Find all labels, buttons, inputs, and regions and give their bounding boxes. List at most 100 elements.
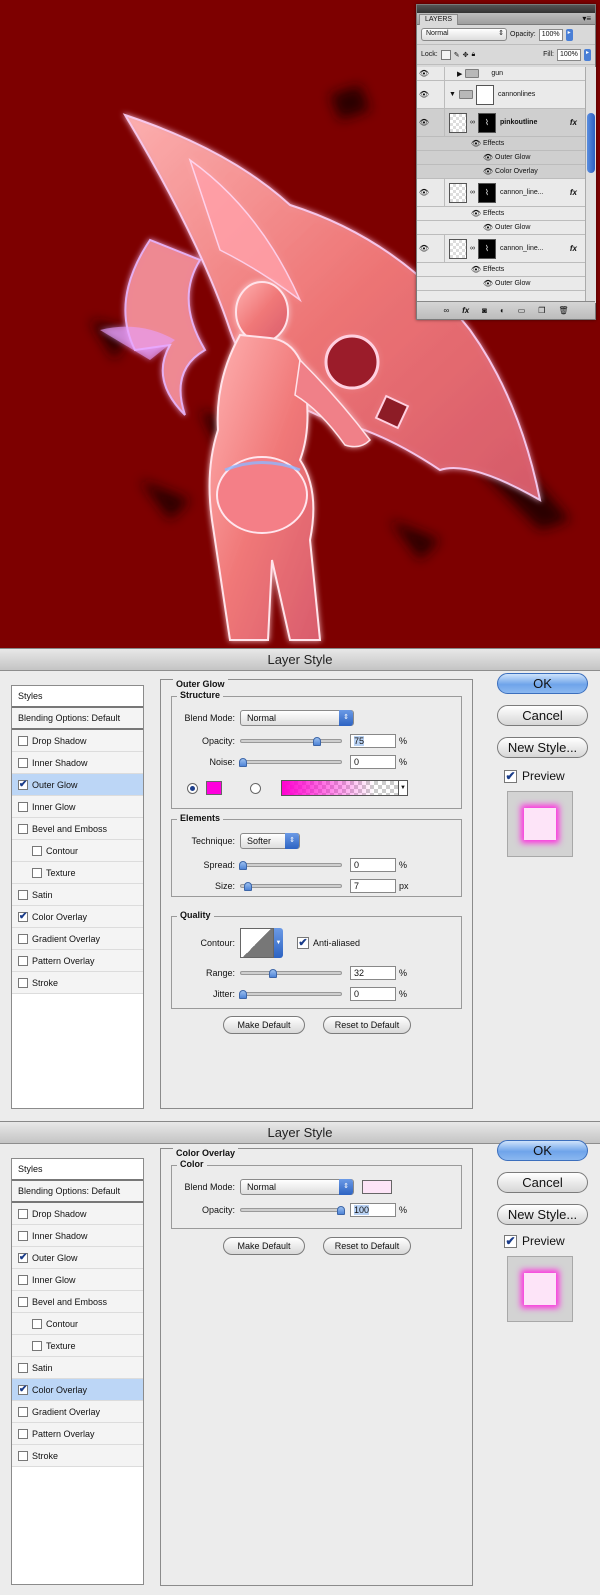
link-layers-icon[interactable]: ∞ [443,306,449,315]
layers-list[interactable]: 👁︎ ▶ gun 👁︎ ▼ cannonlines 👁︎ ∞ ⌇ pinkoutl… [417,67,585,303]
opacity-dropdown-arrow[interactable]: ▸ [565,28,573,41]
checkbox[interactable] [32,867,42,878]
fx-icon[interactable]: fx [570,188,577,197]
effects-row[interactable]: 👁︎ Effects [417,263,585,277]
anti-aliased-checkbox[interactable]: ✔ [297,937,309,949]
style-item-contour[interactable]: Contour [12,1313,143,1335]
visibility-eye-icon[interactable]: 👁︎ [469,209,483,218]
style-item-texture[interactable]: Texture [12,1335,143,1357]
gradient-radio[interactable] [250,782,261,794]
blend-mode-select[interactable]: Normal ⇕ [240,710,354,726]
visibility-eye-icon[interactable]: 👁︎ [469,265,483,274]
opacity-slider[interactable] [240,737,342,746]
slider-knob[interactable] [313,737,321,746]
visibility-eye-icon[interactable]: 👁︎ [481,223,495,232]
preview-checkbox[interactable]: ✔ [504,1234,517,1248]
checkbox[interactable] [18,757,28,768]
checkbox[interactable] [18,1362,28,1373]
spread-input[interactable]: 0 [350,858,396,872]
blend-mode-select[interactable]: Normal ⇕ [240,1179,354,1195]
styles-header[interactable]: Styles [12,686,143,708]
visibility-eye-icon[interactable]: 👁︎ [481,279,495,288]
style-item-color-overlay[interactable]: ✔ Color Overlay [12,1379,143,1401]
style-item-gradient-overlay[interactable]: Gradient Overlay [12,1401,143,1423]
visibility-eye-icon[interactable]: 👁︎ [417,188,431,197]
styles-header[interactable]: Styles [12,1159,143,1181]
ok-button[interactable]: OK [497,1140,588,1161]
checkbox[interactable] [18,1208,28,1219]
range-slider[interactable] [240,969,342,978]
checkbox[interactable] [18,889,28,900]
style-item-inner-glow[interactable]: Inner Glow [12,1269,143,1291]
noise-input[interactable]: 0 [350,755,396,769]
size-input[interactable]: 7 [350,879,396,893]
jitter-slider[interactable] [239,990,342,999]
style-item-stroke[interactable]: Stroke [12,1445,143,1467]
lock-transparent-icon[interactable] [440,49,451,60]
layers-scrollbar[interactable] [585,67,596,303]
checkbox[interactable] [18,1450,28,1461]
slider-knob[interactable] [239,758,247,767]
tab-layers[interactable]: LAYERS [419,14,459,25]
layer-blend-mode-select[interactable]: Normal ⇕ [421,28,507,41]
opacity-input[interactable]: 75 [350,734,396,748]
cancel-button[interactable]: Cancel [497,705,588,726]
layer-row-cannon-line-2[interactable]: 👁︎ ∞ ⌇ cannon_line... fx [417,235,585,263]
effects-row[interactable]: 👁︎ Effects [417,137,585,151]
checkbox-checked[interactable]: ✔ [18,911,28,922]
layer-row-gun[interactable]: 👁︎ ▶ gun [417,67,585,81]
fx-icon[interactable]: fx [570,244,577,253]
technique-select[interactable]: Softer ⇕ [240,833,300,849]
panel-titlebar[interactable] [417,5,595,13]
overlay-color-swatch[interactable] [362,1180,392,1194]
checkbox[interactable] [18,1406,28,1417]
new-style-button[interactable]: New Style... [497,737,588,758]
visibility-eye-icon[interactable]: 👁︎ [417,90,431,99]
visibility-eye-icon[interactable]: 👁︎ [417,69,431,78]
scrollbar-thumb[interactable] [587,113,595,173]
style-item-pattern-overlay[interactable]: Pattern Overlay [12,1423,143,1445]
lock-move-icon[interactable]: ✥ [463,51,469,59]
make-default-button[interactable]: Make Default [223,1016,305,1034]
checkbox[interactable] [18,1274,28,1285]
checkbox[interactable] [18,1230,28,1241]
make-default-button[interactable]: Make Default [223,1237,305,1255]
effect-row-outer-glow[interactable]: 👁︎ Outer Glow [417,221,585,235]
style-item-inner-shadow[interactable]: Inner Shadow [12,1225,143,1247]
range-input[interactable]: 32 [350,966,396,980]
checkbox[interactable] [18,1296,28,1307]
checkbox[interactable] [32,1318,42,1329]
document-canvas[interactable]: LAYERS ▾≡ Normal ⇕ Opacity: 100% ▸ Lock:… [0,0,600,648]
jitter-input[interactable]: 0 [350,987,396,1001]
blending-options-item[interactable]: Blending Options: Default [12,1181,143,1203]
opacity-input[interactable]: 100 [350,1203,396,1217]
size-slider[interactable] [240,882,342,891]
fx-icon[interactable]: fx [570,118,577,127]
effect-row-outer-glow[interactable]: 👁︎ Outer Glow [417,277,585,291]
new-group-icon[interactable]: ▭ [518,306,526,315]
visibility-eye-icon[interactable]: 👁︎ [417,118,431,127]
checkbox[interactable] [32,1340,42,1351]
ok-button[interactable]: OK [497,673,588,694]
layer-row-cannonlines[interactable]: 👁︎ ▼ cannonlines [417,81,585,109]
cancel-button[interactable]: Cancel [497,1172,588,1193]
style-item-gradient-overlay[interactable]: Gradient Overlay [12,928,143,950]
add-style-icon[interactable]: fx [462,306,469,315]
preview-toggle[interactable]: ✔ Preview [504,769,565,783]
glow-color-swatch[interactable] [206,781,222,795]
opacity-slider[interactable] [240,1206,345,1215]
effects-row[interactable]: 👁︎ Effects [417,207,585,221]
style-item-drop-shadow[interactable]: Drop Shadow [12,1203,143,1225]
style-item-color-overlay[interactable]: ✔ Color Overlay [12,906,143,928]
checkbox-checked[interactable]: ✔ [18,779,28,790]
layer-opacity-field[interactable]: 100% [538,28,563,41]
style-item-bevel-emboss[interactable]: Bevel and Emboss [12,1291,143,1313]
add-mask-icon[interactable]: ◙ [482,306,487,315]
dialog-title[interactable]: Layer Style [0,649,600,671]
contour-picker[interactable] [240,928,274,958]
contour-dropdown-arrow[interactable]: ▼ [274,928,283,958]
checkbox[interactable] [18,801,28,812]
lock-brush-icon[interactable]: ✎ [454,51,460,59]
checkbox[interactable] [18,823,28,834]
style-item-contour[interactable]: Contour [12,840,143,862]
